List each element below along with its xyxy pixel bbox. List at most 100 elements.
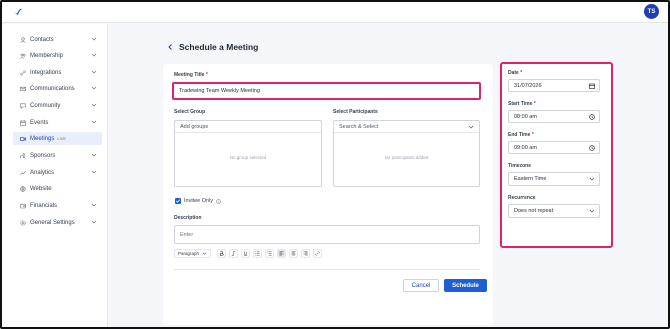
align-center-button[interactable] bbox=[289, 249, 299, 258]
sidebar-item-website[interactable]: Website bbox=[13, 182, 102, 195]
sidebar-item-communications[interactable]: Communications bbox=[13, 82, 102, 95]
numbered-list-icon bbox=[267, 251, 272, 256]
bullet-list-icon bbox=[255, 251, 260, 256]
recurrence-label: Recurrence bbox=[508, 195, 536, 201]
sidebar-item-label: Communications bbox=[30, 85, 75, 92]
date-field[interactable]: 31/07/2026 bbox=[508, 79, 600, 92]
main-content: Schedule a Meeting Meeting Title * Trade… bbox=[109, 24, 668, 327]
align-left-button[interactable] bbox=[277, 249, 287, 258]
invitee-only-row: Invitee Only bbox=[184, 198, 221, 204]
chat-icon bbox=[20, 103, 26, 109]
sidebar-item-community[interactable]: Community bbox=[13, 99, 102, 112]
chevron-down-icon bbox=[589, 209, 595, 213]
sidebar-item-financials[interactable]: Financials bbox=[13, 199, 102, 212]
chart-icon bbox=[20, 170, 26, 176]
underline-button[interactable] bbox=[241, 249, 251, 258]
user-icon bbox=[20, 36, 26, 43]
end-time-label: End Time * bbox=[508, 132, 534, 138]
chevron-down-icon bbox=[91, 37, 97, 41]
video-icon bbox=[20, 136, 26, 142]
end-time-field[interactable]: 09:00 am bbox=[508, 141, 600, 154]
chevron-down-icon bbox=[91, 220, 97, 224]
sidebar-item-label: Events bbox=[30, 119, 49, 126]
editor-toolbar: Paragraph bbox=[174, 249, 323, 258]
gear-icon bbox=[20, 219, 26, 226]
sidebar-item-membership[interactable]: Membership bbox=[13, 49, 102, 62]
sidebar-item-sponsors[interactable]: Sponsors bbox=[13, 149, 102, 162]
participants-select-placeholder: Search & Select bbox=[339, 123, 379, 130]
schedule-button[interactable]: Schedule bbox=[444, 279, 487, 292]
clock-icon[interactable] bbox=[589, 113, 595, 120]
select-group-label: Select Group bbox=[174, 109, 206, 115]
start-time-label: Start Time * bbox=[508, 101, 536, 107]
cancel-button[interactable]: Cancel bbox=[403, 279, 439, 292]
sidebar-item-label: Membership bbox=[30, 52, 64, 59]
chevron-down-icon bbox=[91, 153, 97, 157]
back-arrow-icon[interactable] bbox=[166, 43, 174, 51]
bold-button[interactable] bbox=[217, 249, 227, 258]
meeting-title-label: Meeting Title * bbox=[174, 72, 208, 78]
chevron-down-icon bbox=[202, 252, 207, 255]
sidebar-item-general-settings[interactable]: General Settings bbox=[13, 216, 102, 229]
description-label: Description bbox=[174, 215, 202, 221]
select-group-box[interactable]: Add groups No group selected bbox=[174, 120, 322, 187]
app-logo-icon[interactable] bbox=[13, 7, 23, 17]
recurrence-select[interactable]: Does not repeat bbox=[508, 204, 600, 218]
timezone-select[interactable]: Eastern Time bbox=[508, 172, 600, 186]
chevron-down-icon bbox=[91, 103, 97, 107]
recurrence-value: Does not repeat bbox=[514, 208, 554, 214]
chevron-down-icon bbox=[91, 70, 97, 74]
select-participants-box[interactable]: Search & Select No participants added bbox=[333, 120, 480, 187]
form-divider bbox=[174, 269, 480, 270]
info-icon[interactable] bbox=[216, 198, 221, 204]
app-frame: TS Contacts Membership Integrations Comm… bbox=[0, 0, 670, 329]
sidebar-item-label: Integrations bbox=[30, 69, 62, 76]
participants-empty-text: No participants added bbox=[384, 155, 429, 160]
chevron-down-icon bbox=[91, 53, 97, 57]
chevron-down-icon bbox=[91, 170, 97, 174]
sponsor-icon bbox=[20, 152, 26, 159]
paragraph-select[interactable]: Paragraph bbox=[174, 249, 212, 258]
end-time-value: 09:00 am bbox=[514, 144, 537, 151]
description-input[interactable]: Enter bbox=[174, 225, 480, 244]
insert-link-button[interactable] bbox=[313, 249, 323, 258]
align-center-icon bbox=[291, 251, 296, 256]
mail-icon bbox=[20, 86, 26, 92]
align-right-button[interactable] bbox=[301, 249, 311, 258]
date-value: 31/07/2026 bbox=[514, 82, 542, 89]
date-label: Date * bbox=[508, 70, 523, 76]
globe-icon bbox=[20, 185, 26, 192]
italic-button[interactable] bbox=[229, 249, 239, 258]
link-icon bbox=[20, 70, 26, 76]
italic-icon bbox=[231, 251, 236, 256]
bullet-list-button[interactable] bbox=[253, 249, 263, 258]
sidebar-item-label: Contacts bbox=[30, 36, 54, 43]
chevron-down-icon bbox=[91, 120, 97, 124]
wallet-icon bbox=[20, 203, 26, 209]
participants-select[interactable]: Search & Select bbox=[334, 121, 479, 133]
user-avatar[interactable]: TS bbox=[644, 4, 659, 19]
start-time-value: 08:00 am bbox=[514, 113, 537, 120]
calendar-icon[interactable] bbox=[589, 83, 595, 89]
check-icon bbox=[175, 199, 181, 203]
numbered-list-button[interactable] bbox=[265, 249, 275, 258]
invitee-only-checkbox[interactable] bbox=[175, 198, 181, 204]
sidebar-item-label: Financials bbox=[30, 202, 58, 209]
sidebar-item-meetings[interactable]: Meetings LIVE bbox=[13, 132, 102, 145]
sidebar-item-integrations[interactable]: Integrations bbox=[13, 66, 102, 79]
users-icon bbox=[20, 53, 26, 59]
sidebar-item-label: Website bbox=[30, 185, 52, 192]
sidebar-item-label: Sponsors bbox=[30, 152, 56, 159]
group-select[interactable]: Add groups bbox=[175, 121, 321, 133]
clock-icon[interactable] bbox=[589, 144, 595, 151]
sidebar-item-analytics[interactable]: Analytics bbox=[13, 166, 102, 179]
timezone-label: Timezone bbox=[508, 163, 531, 169]
chevron-down-icon bbox=[589, 177, 595, 181]
start-time-field[interactable]: 08:00 am bbox=[508, 110, 600, 123]
meeting-form-card: Meeting Title * Tradewing Team Weekly Me… bbox=[163, 64, 493, 325]
sidebar-item-events[interactable]: Events bbox=[13, 116, 102, 129]
bold-icon bbox=[219, 251, 224, 256]
sidebar-item-contacts[interactable]: Contacts bbox=[13, 33, 102, 46]
sidebar-item-label: Community bbox=[30, 102, 61, 109]
schedule-details-card: Date * 31/07/2026 Start Time * 08:00 am … bbox=[500, 62, 613, 248]
